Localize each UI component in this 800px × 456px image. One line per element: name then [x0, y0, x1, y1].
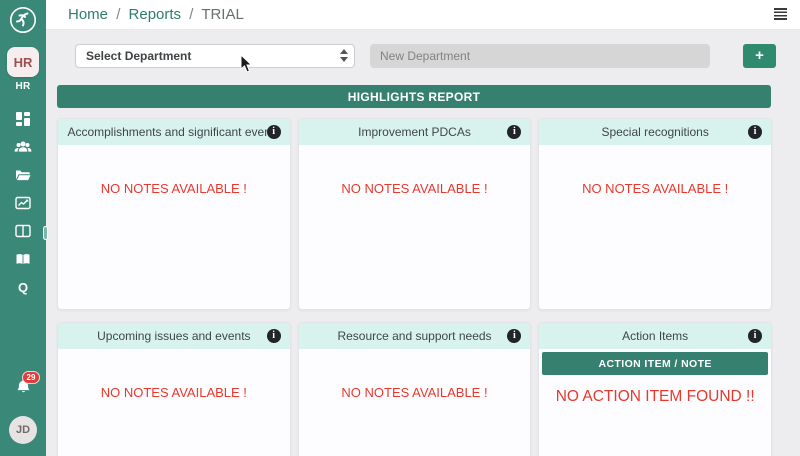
- no-notes-message: NO NOTES AVAILABLE !: [299, 349, 531, 400]
- user-avatar[interactable]: JD: [9, 416, 37, 444]
- chart-line-icon: [15, 195, 31, 211]
- sidebar-item-library[interactable]: [0, 245, 46, 273]
- card-action-items: Action Items i ACTION ITEM / NOTE NO ACT…: [538, 322, 772, 456]
- new-department-input[interactable]: [370, 44, 710, 68]
- sidebar-item-q[interactable]: Q: [0, 273, 46, 301]
- sidebar-item-people[interactable]: [0, 133, 46, 161]
- card-title: Special recognitions: [601, 125, 708, 139]
- workspace-badge[interactable]: HR: [7, 47, 39, 77]
- breadcrumb-current: TRIAL: [201, 6, 244, 23]
- add-department-button[interactable]: +: [743, 44, 776, 68]
- runner-logo-icon: [9, 21, 37, 38]
- sidebar-item-folders[interactable]: [0, 161, 46, 189]
- sidebar-item-dashboard[interactable]: [0, 105, 46, 133]
- sidebar-item-analytics[interactable]: [0, 189, 46, 217]
- notifications-button[interactable]: 29: [15, 378, 32, 400]
- card-header: Improvement PDCAs i: [299, 119, 531, 145]
- breadcrumb-home[interactable]: Home: [68, 6, 108, 23]
- info-icon[interactable]: i: [267, 329, 281, 343]
- workspace-label: HR: [15, 81, 30, 92]
- notification-count-badge: 29: [22, 371, 41, 384]
- dashboard-icon: [15, 111, 31, 127]
- q-icon: Q: [18, 280, 28, 295]
- card-accomplishments: Accomplishments and significant events i…: [57, 118, 291, 310]
- app-logo[interactable]: [9, 6, 37, 34]
- card-header: Action Items i: [539, 323, 771, 349]
- info-icon[interactable]: i: [267, 125, 281, 139]
- breadcrumb-reports[interactable]: Reports: [129, 6, 182, 23]
- department-select-wrap: Select Department: [75, 44, 355, 68]
- highlights-report-banner: HIGHLIGHTS REPORT: [57, 85, 771, 108]
- department-select[interactable]: Select Department: [75, 44, 355, 68]
- card-title: Accomplishments and significant events: [67, 125, 280, 139]
- info-icon[interactable]: i: [507, 329, 521, 343]
- sidebar-item-columns[interactable]: [0, 217, 46, 245]
- card-upcoming-issues: Upcoming issues and events i NO NOTES AV…: [57, 322, 291, 456]
- hamburger-icon[interactable]: [774, 8, 787, 21]
- sidebar: HR HR: [0, 0, 46, 456]
- breadcrumb-separator: /: [116, 6, 120, 23]
- info-icon[interactable]: i: [507, 125, 521, 139]
- card-improvement-pdcas: Improvement PDCAs i NO NOTES AVAILABLE !: [298, 118, 532, 310]
- no-notes-message: NO NOTES AVAILABLE !: [299, 145, 531, 196]
- card-header: Accomplishments and significant events i: [58, 119, 290, 145]
- card-header: Special recognitions i: [539, 119, 771, 145]
- card-title: Improvement PDCAs: [358, 125, 471, 139]
- folder-open-icon: [15, 168, 31, 182]
- no-notes-message: NO NOTES AVAILABLE !: [58, 349, 290, 400]
- columns-icon: [15, 223, 31, 239]
- card-title: Upcoming issues and events: [97, 329, 250, 343]
- info-icon[interactable]: i: [748, 125, 762, 139]
- card-resource-support: Resource and support needs i NO NOTES AV…: [298, 322, 532, 456]
- sidebar-nav: Q: [0, 105, 46, 301]
- no-notes-message: NO NOTES AVAILABLE !: [58, 145, 290, 196]
- breadcrumb-separator: /: [189, 6, 193, 23]
- card-header: Resource and support needs i: [299, 323, 531, 349]
- card-header: Upcoming issues and events i: [58, 323, 290, 349]
- top-bar: Home / Reports / TRIAL: [46, 0, 800, 30]
- report-cards-grid: Accomplishments and significant events i…: [57, 118, 772, 456]
- action-item-table-header: ACTION ITEM / NOTE: [542, 352, 768, 375]
- book-open-icon: [15, 252, 31, 267]
- sidebar-drag-handle[interactable]: [43, 226, 48, 240]
- card-special-recognitions: Special recognitions i NO NOTES AVAILABL…: [538, 118, 772, 310]
- bell-icon: [15, 382, 32, 399]
- no-action-item-message: NO ACTION ITEM FOUND !!: [539, 375, 771, 406]
- no-notes-message: NO NOTES AVAILABLE !: [539, 145, 771, 196]
- breadcrumb: Home / Reports / TRIAL: [68, 6, 774, 23]
- card-title: Action Items: [622, 329, 688, 343]
- info-icon[interactable]: i: [748, 329, 762, 343]
- card-title: Resource and support needs: [337, 329, 491, 343]
- users-icon: [14, 140, 32, 154]
